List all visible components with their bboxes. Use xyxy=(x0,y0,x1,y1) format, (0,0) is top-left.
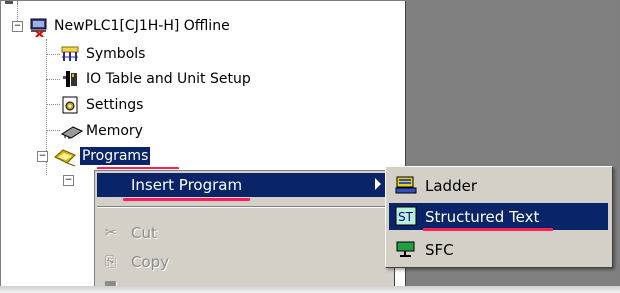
annotation-underline xyxy=(423,228,553,231)
ladder-icon xyxy=(395,175,417,196)
tree-line xyxy=(46,39,47,159)
submenu-item-label: SFC xyxy=(425,240,454,259)
memory-icon xyxy=(60,122,84,140)
menu-item-copy[interactable]: ⎘ Copy xyxy=(97,250,389,274)
tree-item-label: Settings xyxy=(86,97,144,113)
tree-line xyxy=(46,130,60,131)
window-frame: − NewPLC1[CJ1H-H] Offline Symbols IO Tab… xyxy=(0,0,620,293)
tree-item-label: Symbols xyxy=(86,46,146,62)
settings-icon xyxy=(61,96,79,114)
child-collapse-toggle[interactable]: − xyxy=(63,175,74,186)
menu-item-insert-program[interactable]: Insert Program xyxy=(97,173,389,197)
menu-separator xyxy=(97,206,389,208)
io-table-icon xyxy=(61,70,79,88)
root-collapse-toggle[interactable]: − xyxy=(12,21,23,32)
plc-offline-icon xyxy=(29,17,47,38)
partial-icon xyxy=(5,1,13,4)
menu-item-label: Copy xyxy=(131,253,170,271)
context-menu: Insert Program ✂ Cut ⎘ Copy ▇ xyxy=(93,169,395,292)
tree-line xyxy=(46,79,60,80)
submenu-item-structured-text[interactable]: ST Structured Text xyxy=(389,203,608,230)
submenu-arrow-icon xyxy=(375,178,381,190)
annotation-underline xyxy=(123,198,250,201)
structured-text-icon: ST xyxy=(395,206,417,227)
frame-bottom-edge xyxy=(0,286,620,293)
tree-item-programs[interactable]: Programs xyxy=(53,146,151,167)
tree-item-memory[interactable]: Memory xyxy=(60,121,145,141)
tree-item-settings[interactable]: Settings xyxy=(61,95,145,115)
submenu-item-ladder[interactable]: Ladder xyxy=(389,172,608,199)
submenu-item-label: Ladder xyxy=(425,176,477,195)
menu-item-label: Insert Program xyxy=(131,176,243,194)
menu-item-label: Cut xyxy=(131,224,157,242)
menu-item-cut[interactable]: ✂ Cut xyxy=(97,221,389,245)
tree-item-label: Memory xyxy=(86,123,143,139)
tree-item-label: IO Table and Unit Setup xyxy=(86,71,251,87)
tree-item-symbols[interactable]: Symbols xyxy=(61,44,147,64)
tree-line xyxy=(17,3,18,11)
tree-line xyxy=(46,161,47,175)
tree-line xyxy=(46,54,60,55)
programs-icon xyxy=(53,147,76,167)
svg-text:ST: ST xyxy=(398,210,414,224)
tree-line xyxy=(46,104,60,105)
submenu-item-label: Structured Text xyxy=(425,207,540,226)
tree-item-label: Programs xyxy=(80,147,151,165)
scissors-icon: ✂ xyxy=(105,225,117,241)
submenu-item-sfc[interactable]: SFC xyxy=(389,236,608,263)
programs-collapse-toggle[interactable]: − xyxy=(37,151,48,162)
symbols-icon xyxy=(61,45,79,63)
tree-item-io-table[interactable]: IO Table and Unit Setup xyxy=(61,69,253,89)
tree-root[interactable]: NewPLC1[CJ1H-H] Offline xyxy=(29,16,232,38)
sfc-icon xyxy=(395,239,417,260)
tree-root-label: NewPLC1[CJ1H-H] Offline xyxy=(54,18,230,34)
insert-program-submenu: Ladder ST Structured Text SFC xyxy=(385,166,613,268)
copy-icon: ⎘ xyxy=(105,254,117,270)
